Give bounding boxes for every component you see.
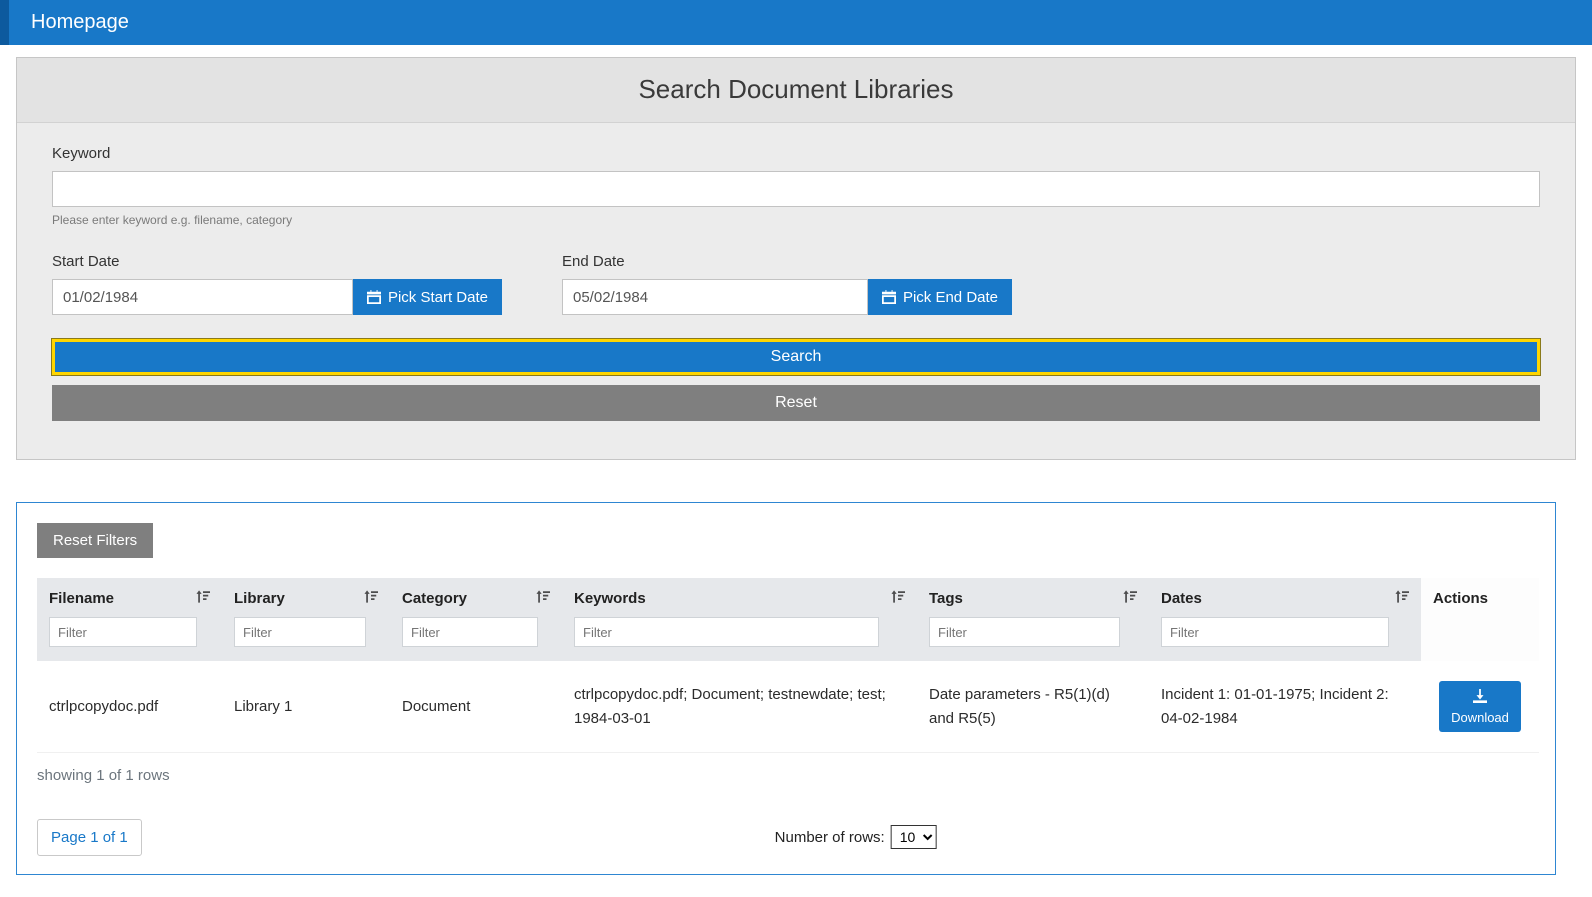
sort-icon — [196, 590, 210, 607]
pick-start-date-button[interactable]: Pick Start Date — [352, 279, 502, 315]
cell-tags: Date parameters - R5(1)(d) and R5(5) — [917, 661, 1149, 753]
filter-input-library[interactable] — [234, 617, 367, 647]
sort-library[interactable]: Library — [234, 590, 378, 607]
start-date-label: Start Date — [52, 253, 120, 270]
results-table: Filename Library Category — [37, 578, 1539, 753]
column-header-filename: Filename — [37, 578, 222, 661]
results-panel: Reset Filters Filename Library — [16, 502, 1556, 875]
navbar-edge-accent — [0, 0, 9, 45]
cell-category: Document — [390, 661, 562, 753]
page-indicator-button[interactable]: Page 1 of 1 — [37, 818, 142, 856]
cell-keywords: ctrlpcopydoc.pdf; Document; testnewdate;… — [562, 661, 917, 753]
calendar-icon — [366, 290, 381, 304]
reset-button[interactable]: Reset — [52, 385, 1540, 421]
column-header-category: Category — [390, 578, 562, 661]
cell-dates: Incident 1: 01-01-1975; Incident 2: 04-0… — [1149, 661, 1421, 753]
keyword-label: Keyword — [52, 145, 111, 162]
rows-per-page-select[interactable]: 10 — [890, 825, 937, 849]
sort-category[interactable]: Category — [402, 590, 550, 607]
sort-filename[interactable]: Filename — [49, 590, 210, 607]
column-header-tags: Tags — [917, 578, 1149, 661]
pick-start-date-label: Pick Start Date — [387, 288, 488, 306]
sort-dates[interactable]: Dates — [1161, 590, 1409, 607]
sort-icon — [1395, 590, 1409, 607]
filter-input-dates[interactable] — [1161, 617, 1390, 647]
start-date-group: Start Date Pick Start Date — [52, 253, 502, 315]
download-button-label: Download — [1451, 710, 1509, 725]
column-header-actions: Actions — [1421, 578, 1539, 661]
homepage-link[interactable]: Homepage — [31, 11, 129, 34]
sort-keywords[interactable]: Keywords — [574, 590, 905, 607]
search-button[interactable]: Search — [52, 339, 1540, 375]
filter-input-filename[interactable] — [49, 617, 198, 647]
results-footer: Page 1 of 1 Number of rows: 10 — [37, 818, 1535, 856]
top-navbar: Homepage — [0, 0, 1592, 45]
sort-icon — [536, 590, 550, 607]
start-date-input[interactable] — [52, 279, 353, 315]
column-header-dates: Dates — [1149, 578, 1421, 661]
table-header-row: Filename Library Category — [37, 578, 1539, 661]
rows-summary-text: showing 1 of 1 rows — [37, 767, 170, 784]
search-panel-body: Keyword Please enter keyword e.g. filena… — [17, 123, 1575, 459]
column-header-library: Library — [222, 578, 390, 661]
table-row: ctrlpcopydoc.pdf Library 1 Document ctrl… — [37, 661, 1539, 753]
reset-filters-button[interactable]: Reset Filters — [37, 523, 154, 558]
sort-icon — [891, 590, 905, 607]
sort-tags[interactable]: Tags — [929, 590, 1137, 607]
end-date-group: End Date Pick End Date — [562, 253, 1012, 315]
download-button[interactable]: Download — [1439, 681, 1521, 732]
end-date-input[interactable] — [562, 279, 868, 315]
cell-library: Library 1 — [222, 661, 390, 753]
filter-input-category[interactable] — [402, 617, 539, 647]
calendar-icon — [881, 290, 896, 304]
end-date-label: End Date — [562, 253, 625, 270]
filter-input-tags[interactable] — [929, 617, 1121, 647]
filter-input-keywords[interactable] — [574, 617, 879, 647]
pick-end-date-label: Pick End Date — [902, 288, 998, 306]
sort-icon — [364, 590, 378, 607]
search-panel: Search Document Libraries Keyword Please… — [16, 57, 1576, 460]
search-panel-title: Search Document Libraries — [638, 74, 954, 104]
download-icon — [1472, 689, 1487, 706]
cell-filename: ctrlpcopydoc.pdf — [37, 661, 222, 753]
keyword-help-text: Please enter keyword e.g. filename, cate… — [52, 213, 293, 227]
pick-end-date-button[interactable]: Pick End Date — [867, 279, 1012, 315]
cell-actions: Download — [1421, 661, 1539, 753]
rows-per-page-label: Number of rows: — [774, 828, 885, 846]
rows-per-page-group: Number of rows: 10 — [775, 825, 937, 849]
search-panel-header: Search Document Libraries — [17, 58, 1575, 123]
keyword-input[interactable] — [52, 171, 1540, 207]
sort-icon — [1123, 590, 1137, 607]
column-header-keywords: Keywords — [562, 578, 917, 661]
